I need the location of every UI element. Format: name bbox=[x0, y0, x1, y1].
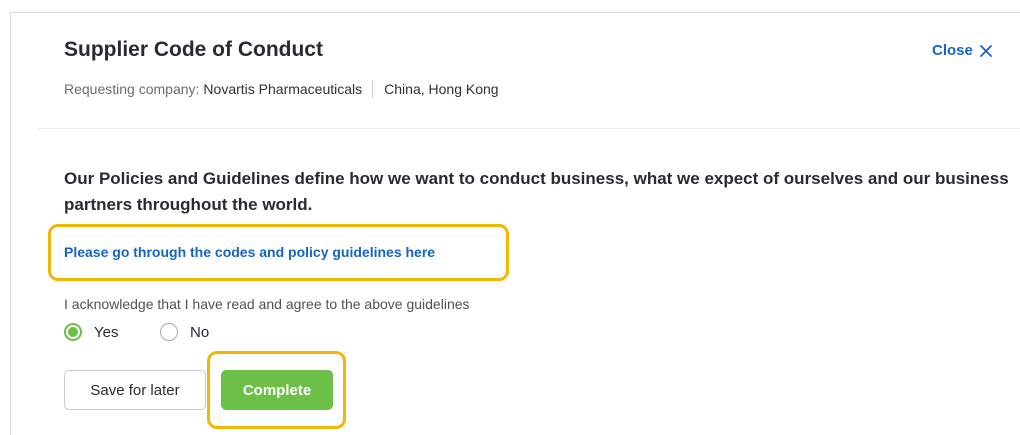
header-divider bbox=[38, 128, 1020, 129]
save-for-later-button[interactable]: Save for later bbox=[64, 370, 206, 410]
panel-left-border bbox=[10, 12, 11, 435]
radio-no-circle[interactable] bbox=[160, 323, 178, 341]
close-icon bbox=[979, 44, 993, 58]
radio-no-label: No bbox=[190, 323, 210, 341]
separator bbox=[372, 80, 374, 98]
radio-no[interactable]: No bbox=[160, 323, 209, 341]
panel-top-border bbox=[10, 12, 1020, 13]
radio-yes-circle[interactable] bbox=[64, 323, 82, 341]
radio-yes[interactable]: Yes bbox=[64, 323, 118, 341]
radio-yes-label: Yes bbox=[94, 323, 119, 341]
requester-label: Requesting company: bbox=[64, 81, 200, 97]
complete-button[interactable]: Complete bbox=[221, 370, 333, 410]
requester-company: Novartis Pharmaceuticals bbox=[203, 81, 363, 97]
requester-info: Requesting company: Novartis Pharmaceuti… bbox=[64, 80, 499, 98]
page-title: Supplier Code of Conduct bbox=[64, 38, 323, 61]
acknowledgement-question: I acknowledge that I have read and agree… bbox=[64, 296, 470, 312]
intro-text: Our Policies and Guidelines define how w… bbox=[64, 169, 1009, 214]
close-button[interactable]: Close bbox=[932, 42, 993, 59]
requester-region: China, Hong Kong bbox=[384, 81, 499, 97]
close-label: Close bbox=[932, 42, 973, 59]
guidelines-link[interactable]: Please go through the codes and policy g… bbox=[64, 244, 435, 260]
radio-selected-dot bbox=[68, 327, 78, 337]
